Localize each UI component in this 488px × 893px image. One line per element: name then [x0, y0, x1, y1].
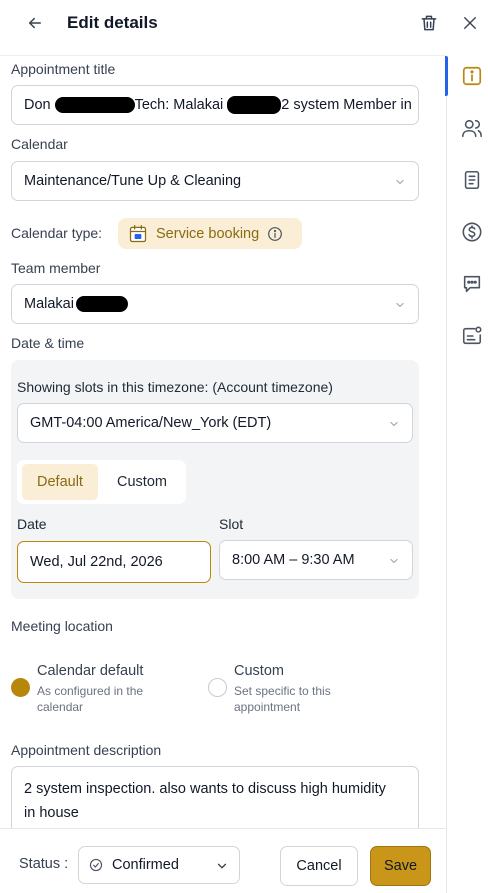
- users-icon: [462, 119, 482, 138]
- description-textarea[interactable]: 2 system inspection. also wants to discu…: [11, 766, 419, 836]
- chat-icon: [463, 275, 481, 293]
- calendar-label: Calendar: [11, 136, 68, 152]
- team-member-value: Malakai: [24, 296, 74, 312]
- location-default-desc-2: calendar: [37, 700, 84, 714]
- meeting-location-label: Meeting location: [11, 618, 113, 634]
- appointment-title-label: Appointment title: [11, 61, 116, 77]
- slot-select[interactable]: 8:00 AM – 9:30 AM: [219, 540, 413, 580]
- date-label: Date: [17, 516, 47, 532]
- status-label: Status :: [19, 856, 69, 872]
- timezone-label: Showing slots in this timezone: (Account…: [17, 379, 333, 395]
- appointment-title-prefix: Don: [24, 97, 51, 113]
- team-member-label: Team member: [11, 260, 101, 276]
- chevron-down-icon: [390, 558, 398, 564]
- arrow-left-icon: [29, 17, 41, 29]
- tab-custom[interactable]: Custom: [102, 464, 182, 500]
- description-label: Appointment description: [11, 742, 162, 758]
- tab-default[interactable]: Default: [22, 464, 98, 500]
- location-default-desc-1: As configured in the: [37, 684, 144, 698]
- timezone-value: GMT-04:00 America/New_York (EDT): [30, 415, 272, 431]
- rail-item-notes[interactable]: [460, 168, 484, 192]
- info-circle-icon[interactable]: [267, 226, 283, 242]
- location-custom-desc-1: Set specific to this: [234, 684, 331, 698]
- slot-label: Slot: [219, 516, 244, 532]
- save-button[interactable]: Save: [370, 846, 431, 886]
- rail-item-contact[interactable]: [460, 324, 484, 348]
- date-input[interactable]: Wed, Jul 22nd, 2026: [17, 541, 211, 583]
- redaction-mark: [75, 296, 128, 312]
- appointment-title-input[interactable]: Don Tech: Malakai 2 system Member in: [11, 85, 419, 125]
- appointment-title-mid: Tech: Malakai: [134, 97, 224, 113]
- calendar-badge-icon: [129, 224, 147, 242]
- location-default-title: Calendar default: [37, 663, 144, 679]
- calendar-value: Maintenance/Tune Up & Cleaning: [24, 173, 242, 189]
- rail-item-users[interactable]: [460, 116, 484, 140]
- location-custom-title: Custom: [234, 663, 284, 679]
- appointment-title-suffix: 2 system Member in: [281, 97, 412, 113]
- chevron-down-icon: [396, 302, 404, 308]
- contact-card-icon: [462, 326, 482, 345]
- check-circle-icon: [89, 858, 103, 872]
- chevron-down-icon: [217, 863, 227, 869]
- back-button[interactable]: [22, 10, 48, 36]
- rail-active-indicator: [445, 56, 448, 96]
- rail-item-chat[interactable]: [460, 272, 484, 296]
- dollar-icon: [462, 222, 482, 242]
- description-line-1: 2 system inspection. also wants to discu…: [24, 781, 386, 797]
- delete-button[interactable]: [417, 11, 441, 35]
- close-button[interactable]: [458, 11, 482, 35]
- description-line-2: in house: [24, 805, 79, 821]
- chevron-down-icon: [396, 179, 404, 185]
- team-member-select[interactable]: Malakai: [11, 284, 419, 324]
- close-icon: [464, 17, 476, 29]
- date-time-label: Date & time: [11, 335, 85, 351]
- calendar-type-badge: Service booking: [118, 218, 302, 249]
- cancel-button[interactable]: Cancel: [280, 846, 358, 886]
- slot-value: 8:00 AM – 9:30 AM: [232, 552, 355, 568]
- trash-icon: [421, 15, 437, 31]
- redaction-mark: [54, 97, 135, 113]
- location-default-radio[interactable]: [11, 678, 30, 697]
- calendar-type-label: Calendar type:: [11, 225, 103, 241]
- chevron-down-icon: [390, 421, 398, 427]
- header-divider: [0, 55, 446, 56]
- page-title: Edit details: [67, 13, 158, 32]
- redaction-mark: [227, 96, 282, 114]
- rail-item-payments[interactable]: [460, 220, 484, 244]
- info-icon: [462, 66, 482, 86]
- calendar-type-value: Service booking: [156, 225, 260, 242]
- status-value: Confirmed: [112, 857, 179, 873]
- status-select[interactable]: Confirmed: [78, 846, 240, 884]
- calendar-select[interactable]: Maintenance/Tune Up & Cleaning: [11, 161, 419, 201]
- timezone-select[interactable]: GMT-04:00 America/New_York (EDT): [17, 403, 413, 443]
- location-custom-radio[interactable]: [208, 678, 227, 697]
- notes-icon: [464, 170, 480, 190]
- rail-item-info[interactable]: [460, 64, 484, 88]
- location-custom-desc-2: appointment: [234, 700, 301, 714]
- header: Edit details: [0, 0, 488, 46]
